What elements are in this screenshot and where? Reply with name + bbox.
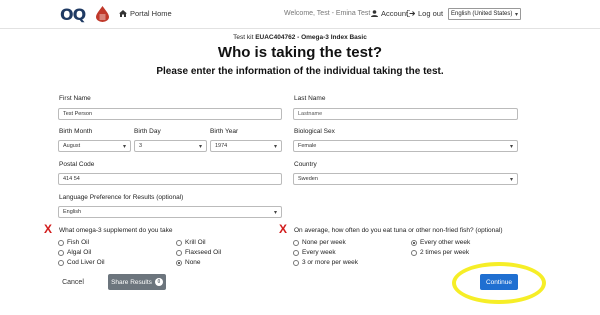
continue-button[interactable]: Continue: [480, 274, 518, 290]
chevron-down-icon: ▾: [273, 143, 277, 150]
language-pref-value: English: [63, 209, 82, 215]
header-divider: [0, 28, 600, 29]
supplement-question: What omega-3 supplement do you take: [59, 227, 173, 234]
chevron-down-icon: ▾: [198, 143, 202, 150]
radio-flaxseed-oil[interactable]: Flaxseed Oil: [176, 249, 221, 256]
radio-button-selected[interactable]: [176, 259, 182, 266]
radio-every-other-week[interactable]: Every other week: [411, 239, 470, 246]
radio-button[interactable]: [411, 249, 417, 256]
birth-day-select[interactable]: 3 ▾: [134, 140, 207, 152]
radio-label: Every week: [302, 249, 336, 256]
logout-link[interactable]: Log out: [407, 9, 443, 18]
account-link[interactable]: Account: [371, 9, 408, 18]
chevron-down-icon: ▾: [273, 209, 277, 216]
radio-none[interactable]: None: [176, 259, 201, 266]
radio-3-or-more[interactable]: 3 or more per week: [293, 259, 358, 266]
chevron-down-icon: ▾: [509, 143, 513, 150]
radio-label: Every other week: [420, 239, 471, 246]
radio-label: None: [185, 259, 201, 266]
radio-button[interactable]: [58, 239, 64, 246]
first-name-input[interactable]: Test Person: [58, 108, 282, 120]
radio-button[interactable]: [58, 259, 64, 266]
chevron-down-icon: ▾: [514, 11, 518, 18]
language-select-value: English (United States): [451, 11, 513, 17]
page-subtitle: Please enter the information of the indi…: [156, 66, 444, 77]
home-icon: [119, 10, 127, 17]
birth-month-select[interactable]: August ▾: [58, 140, 131, 152]
radio-label: None per week: [302, 239, 346, 246]
radio-label: Cod Liver Oil: [67, 259, 105, 266]
radio-every-week[interactable]: Every week: [293, 249, 336, 256]
last-name-label: Last Name: [294, 95, 326, 102]
radio-button[interactable]: [293, 259, 299, 266]
test-kit-line: Test kit EUAC404762 - Omega-3 Index Basi…: [0, 34, 600, 41]
fish-question: On average, how often do you eat tuna or…: [294, 227, 503, 234]
radio-button[interactable]: [293, 239, 299, 246]
first-name-label: First Name: [59, 95, 91, 102]
birth-year-value: 1974: [215, 143, 228, 149]
kit-prefix: Test kit: [233, 34, 254, 41]
logout-icon: [407, 10, 415, 17]
bio-sex-select[interactable]: Female ▾: [293, 140, 518, 152]
language-pref-label: Language Preference for Results (optiona…: [59, 194, 184, 201]
country-select[interactable]: Sweden ▾: [293, 173, 518, 185]
kit-id: EUAC404762 - Omega-3 Index Basic: [255, 34, 367, 41]
radio-none-per-week[interactable]: None per week: [293, 239, 346, 246]
red-x-mark: X: [44, 222, 53, 236]
share-results-label: Share Results: [111, 278, 152, 286]
birth-year-label: Birth Year: [210, 128, 239, 135]
bio-sex-label: Biological Sex: [294, 128, 335, 135]
radio-algal-oil[interactable]: Algal Oil: [58, 249, 91, 256]
last-name-input[interactable]: Lastname: [293, 108, 518, 120]
postal-code-input[interactable]: 414 54: [58, 173, 282, 185]
birth-day-value: 3: [139, 143, 143, 149]
portal-home-label: Portal Home: [130, 9, 172, 18]
language-pref-select[interactable]: English ▾: [58, 206, 282, 218]
birth-year-select[interactable]: 1974 ▾: [210, 140, 282, 152]
radio-label: 2 times per week: [420, 249, 470, 256]
radio-button[interactable]: [176, 239, 182, 246]
radio-button-selected[interactable]: [411, 239, 417, 246]
postal-code-value: 414 54: [63, 176, 80, 182]
language-select[interactable]: English (United States) ▾: [448, 8, 521, 20]
blood-drop-logo-icon: [96, 6, 109, 22]
radio-button[interactable]: [58, 249, 64, 256]
bio-sex-value: Female: [298, 143, 317, 149]
first-name-value: Test Person: [63, 111, 93, 117]
radio-fish-oil[interactable]: Fish Oil: [58, 239, 89, 246]
account-label: Account: [381, 9, 409, 18]
chevron-down-icon: ▾: [122, 143, 126, 150]
page-title: Who is taking the test?: [217, 44, 383, 61]
portal-home-link[interactable]: Portal Home: [119, 9, 172, 18]
radio-label: Algal Oil: [67, 249, 92, 256]
top-navbar: OQ Portal Home Welcome, Test - Emina Tes…: [0, 0, 600, 28]
cancel-button[interactable]: Cancel: [56, 275, 90, 289]
radio-2-times-per-week[interactable]: 2 times per week: [411, 249, 469, 256]
birth-month-value: August: [63, 143, 81, 149]
radio-button[interactable]: [176, 249, 182, 256]
logout-label: Log out: [418, 9, 444, 18]
postal-code-label: Postal Code: [59, 161, 95, 168]
radio-krill-oil[interactable]: Krill Oil: [176, 239, 206, 246]
radio-cod-liver-oil[interactable]: Cod Liver Oil: [58, 259, 105, 266]
red-x-mark: X: [279, 222, 288, 236]
last-name-placeholder: Lastname: [298, 111, 323, 117]
radio-label: Krill Oil: [185, 239, 206, 246]
omegaquant-logo[interactable]: OQ: [60, 5, 86, 24]
birth-month-label: Birth Month: [59, 128, 93, 135]
country-value: Sweden: [298, 176, 318, 182]
share-count-badge: 0: [154, 278, 163, 286]
radio-label: Flaxseed Oil: [185, 249, 222, 256]
welcome-text: Welcome, Test - Emina Test: [284, 10, 371, 17]
radio-label: 3 or more per week: [302, 259, 358, 266]
share-results-button[interactable]: Share Results 0: [108, 274, 166, 290]
chevron-down-icon: ▾: [509, 176, 513, 183]
user-icon: [371, 10, 378, 17]
country-label: Country: [294, 161, 317, 168]
birth-day-label: Birth Day: [134, 128, 161, 135]
radio-button[interactable]: [293, 249, 299, 256]
radio-label: Fish Oil: [67, 239, 90, 246]
